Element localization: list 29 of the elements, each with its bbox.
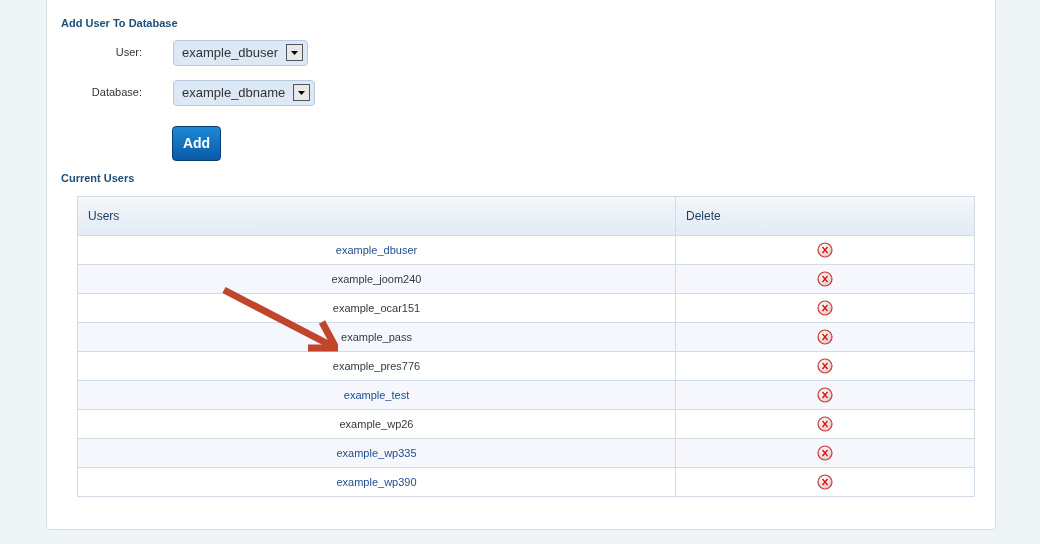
caret-icon — [293, 84, 311, 101]
user-link[interactable]: example_wp26 — [339, 417, 414, 430]
section-title: Current Users — [61, 170, 136, 186]
user-link[interactable]: example_test — [343, 388, 410, 401]
delete-icon[interactable] — [817, 242, 833, 258]
delete-icon[interactable] — [817, 416, 833, 432]
user-link[interactable]: example_dbuser — [335, 243, 418, 256]
user-link[interactable]: example_wp390 — [336, 475, 417, 488]
user-link[interactable]: example_ocar151 — [332, 301, 421, 314]
column-header: Delete — [675, 196, 975, 236]
caret-icon — [286, 44, 304, 61]
user-link[interactable]: example_pres776 — [332, 359, 421, 372]
delete-icon[interactable] — [817, 387, 833, 403]
section-title: Add User To Database — [61, 16, 179, 31]
field-label: Database: — [90, 85, 143, 101]
dropdown[interactable]: example_dbuser — [173, 39, 309, 66]
delete-icon[interactable] — [817, 300, 833, 316]
delete-icon[interactable] — [817, 271, 833, 287]
column-header: Users — [77, 196, 676, 236]
delete-icon[interactable] — [817, 329, 833, 345]
delete-icon[interactable] — [817, 358, 833, 374]
user-link[interactable]: example_wp335 — [336, 446, 417, 459]
field-label: User: — [114, 45, 143, 61]
delete-icon[interactable] — [817, 445, 833, 461]
add-button[interactable]: Add — [172, 125, 221, 161]
user-link[interactable]: example_joom240 — [331, 272, 422, 285]
dropdown[interactable]: example_dbname — [173, 79, 316, 106]
delete-icon[interactable] — [817, 474, 833, 490]
user-link[interactable]: example_pass — [341, 330, 412, 343]
